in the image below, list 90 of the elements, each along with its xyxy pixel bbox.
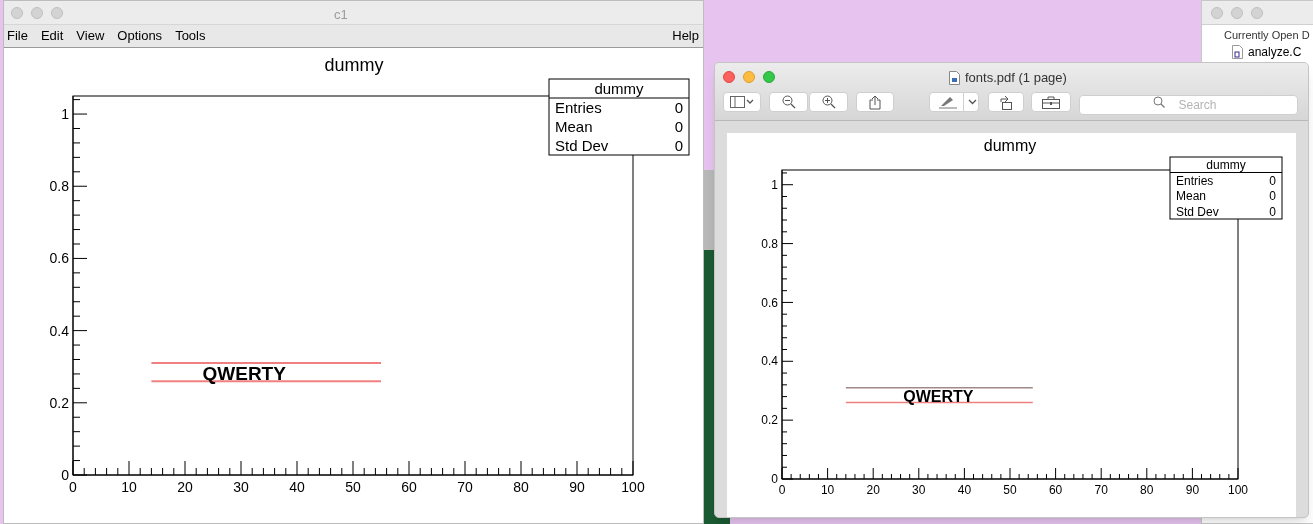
pdf-file-icon — [949, 70, 960, 85]
menu-item[interactable]: File — [7, 26, 28, 46]
tick-label: 0.4 — [761, 354, 778, 369]
tick-label: 70 — [1094, 483, 1108, 497]
tick-label: 50 — [1003, 483, 1017, 497]
zoom-in-button[interactable] — [809, 92, 848, 112]
tick-label: 0.2 — [49, 394, 69, 411]
stats-value: 0 — [1269, 204, 1276, 219]
window-title: c1 — [334, 6, 348, 24]
close-button[interactable] — [1211, 6, 1223, 19]
tick-label: 80 — [1140, 483, 1154, 497]
stats-value: 0 — [674, 118, 683, 136]
tick-label: 100 — [1228, 483, 1248, 497]
stats-value: 0 — [674, 99, 683, 117]
stats-label: Entries — [1176, 173, 1214, 188]
menu-item[interactable]: Tools — [175, 26, 206, 46]
stats-label: Std Dev — [1176, 204, 1219, 219]
tick-label: 10 — [820, 483, 835, 497]
tick-label: 20 — [177, 479, 193, 495]
markup-button[interactable] — [929, 92, 979, 112]
caret-icon — [968, 99, 977, 105]
file-name[interactable]: analyze.C — [1248, 43, 1302, 61]
c-file-icon — [1232, 45, 1243, 59]
stats-title: dummy — [1206, 158, 1246, 173]
toolbox-button[interactable] — [1031, 92, 1071, 112]
stats-value: 0 — [1269, 189, 1276, 204]
window-title: fonts.pdf (1 page) — [965, 69, 1067, 87]
toolbox-icon — [1042, 95, 1060, 109]
column-header: Currently Open D — [1223, 28, 1311, 43]
stats-label: Mean — [555, 118, 593, 136]
share-icon — [869, 94, 881, 110]
tick-label: 0 — [69, 479, 77, 495]
chart-title: dummy — [983, 137, 1037, 154]
minimize-button[interactable] — [1231, 6, 1243, 19]
minimize-button[interactable] — [743, 71, 755, 83]
stats-label: Std Dev — [555, 137, 609, 155]
tick-label: 0.8 — [49, 178, 69, 195]
stats-value: 0 — [674, 137, 683, 155]
tick-label: 0 — [61, 466, 69, 483]
sidebar-button[interactable] — [723, 92, 761, 112]
tick-label: 10 — [121, 479, 137, 495]
annotation-text: QWERTY — [903, 387, 974, 405]
stats-label: Entries — [555, 99, 602, 117]
tick-label: 0.6 — [49, 250, 69, 267]
rotate-icon — [999, 94, 1013, 110]
annotation-text: QWERTY — [202, 362, 286, 384]
tick-label: 1 — [61, 105, 69, 122]
tick-label: 0.2 — [761, 413, 778, 428]
tick-label: 80 — [513, 479, 529, 495]
tick-label: 50 — [345, 479, 361, 495]
zoom-in-icon — [821, 95, 836, 109]
menu-item[interactable]: Help — [672, 26, 699, 46]
close-button[interactable] — [723, 71, 735, 83]
tick-label: 0.6 — [761, 295, 778, 310]
chart-title: dummy — [324, 55, 384, 75]
tick-label: 60 — [401, 479, 417, 495]
tick-label: 1 — [771, 177, 778, 192]
zoom-button[interactable] — [1251, 6, 1263, 19]
tick-label: 0.8 — [761, 236, 778, 251]
tick-label: 20 — [866, 483, 880, 497]
tick-label: 40 — [289, 479, 305, 495]
tick-label: 0 — [778, 483, 786, 497]
tick-label: 70 — [457, 479, 473, 495]
rotate-button[interactable] — [988, 92, 1024, 112]
tick-label: 90 — [569, 479, 585, 495]
menu-item[interactable]: Options — [117, 26, 163, 46]
zoom-button[interactable] — [763, 71, 775, 83]
pen-icon — [939, 95, 957, 109]
minimize-button[interactable] — [31, 6, 43, 19]
menu-item[interactable]: Edit — [40, 26, 64, 46]
tick-label: 40 — [957, 483, 972, 497]
stats-value: 0 — [1269, 173, 1276, 188]
tick-label: 0.4 — [49, 322, 69, 339]
zoom-out-icon — [781, 95, 796, 109]
tick-label: 90 — [1185, 483, 1200, 497]
tick-label: 60 — [1048, 483, 1063, 497]
tick-label: 100 — [621, 479, 645, 495]
stats-title: dummy — [594, 79, 644, 97]
tick-label: 30 — [233, 479, 249, 495]
share-button[interactable] — [856, 92, 894, 112]
stats-label: Mean — [1176, 189, 1207, 204]
menu-item[interactable]: View — [76, 26, 105, 46]
tick-label: 30 — [912, 483, 926, 497]
sidebar-icon — [730, 96, 754, 108]
close-button[interactable] — [11, 6, 23, 19]
search-field[interactable]: Search — [1079, 95, 1298, 115]
tick-label: 0 — [771, 472, 778, 487]
zoom-button[interactable] — [51, 6, 63, 19]
search-icon — [1153, 96, 1165, 108]
zoom-out-button[interactable] — [769, 92, 808, 112]
